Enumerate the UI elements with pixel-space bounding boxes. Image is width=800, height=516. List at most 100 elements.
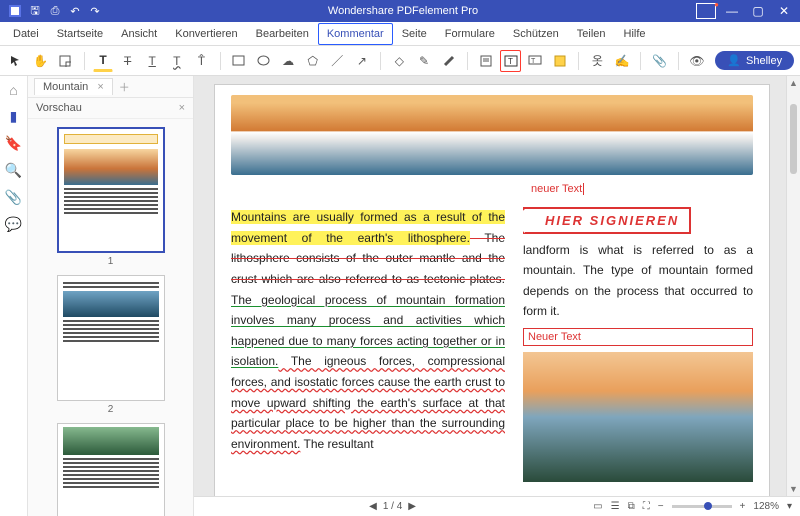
note-tool-icon[interactable] (476, 50, 497, 72)
close-button[interactable]: ✕ (772, 2, 796, 20)
thumbnails-icon[interactable]: ▮ (10, 108, 18, 125)
document-tab[interactable]: Mountain × (34, 78, 113, 95)
pencil-tool-icon[interactable]: ✎ (414, 50, 435, 72)
area-highlight-icon[interactable] (550, 50, 571, 72)
zoom-dropdown-icon[interactable]: ▾ (787, 501, 792, 512)
fullscreen-icon[interactable]: ⛶ (643, 501, 650, 512)
vertical-scrollbar[interactable]: ▲ ▼ (786, 76, 800, 496)
svg-text:T: T (508, 57, 513, 66)
scrollbar-thumb[interactable] (790, 104, 797, 174)
view-single-icon[interactable]: ▭ (593, 501, 602, 512)
print-icon[interactable]: ⎙ (48, 4, 62, 18)
tab-label: Mountain (43, 81, 88, 93)
rectangle-shape-icon[interactable] (229, 50, 250, 72)
eraser-tool-icon[interactable]: ◇ (389, 50, 410, 72)
zoom-in-icon[interactable]: + (740, 501, 746, 512)
svg-text:T: T (531, 58, 536, 65)
menu-formulare[interactable]: Formulare (436, 23, 504, 45)
arrow-shape-icon[interactable]: ↗ (352, 50, 373, 72)
document-tabs: Mountain × ＋ (28, 76, 193, 98)
zoom-slider[interactable] (672, 505, 732, 508)
scroll-down-icon[interactable]: ▼ (787, 484, 800, 494)
home-icon[interactable]: ⌂ (9, 82, 17, 98)
tab-close-icon[interactable]: × (97, 81, 103, 93)
pdf-page[interactable]: neuer Text Mountains are usually formed … (214, 84, 770, 496)
comment-toolbar: ✋ T T T T T̂ ☁ ⬠ ／ ↗ ◇ ✎ T T 옷 ✍ 📎 👁 👤 S… (0, 46, 800, 76)
title-bar: 🖫 ⎙ ↶ ↷ Wondershare PDFelement Pro — ▢ ✕ (0, 0, 800, 22)
search-icon[interactable]: 🔍 (5, 162, 22, 179)
left-rail: ⌂ ▮ 🔖 🔍 📎 💬 (0, 76, 28, 516)
menu-startseite[interactable]: Startseite (48, 23, 112, 45)
line-shape-icon[interactable]: ／ (327, 50, 348, 72)
hide-annotations-icon[interactable]: 👁 (687, 50, 708, 72)
panel-title: Vorschau (36, 102, 82, 114)
page-prev-icon[interactable]: ◀ (369, 501, 377, 512)
viewport[interactable]: neuer Text Mountains are usually formed … (194, 76, 800, 496)
callout-tool-icon[interactable]: T (525, 50, 546, 72)
underline-tool-icon[interactable]: T (142, 50, 163, 72)
hand-tool-icon[interactable]: ✋ (31, 50, 52, 72)
quick-access-toolbar: 🖫 ⎙ ↶ ↷ (0, 4, 110, 18)
attachment-tool-icon[interactable]: 📎 (649, 50, 670, 72)
view-facing-icon[interactable]: ⧉ (628, 501, 635, 512)
thumbnail-1[interactable]: 1 (57, 127, 165, 267)
body-text: The resultant (300, 437, 373, 451)
window-controls: — ▢ ✕ (720, 2, 800, 20)
textbox-annotation[interactable]: Neuer Text (523, 328, 753, 346)
new-tab-icon[interactable]: ＋ (119, 79, 130, 95)
work-area: ⌂ ▮ 🔖 🔍 📎 💬 Mountain × ＋ Vorschau × 1 2 (0, 76, 800, 516)
thumbnail-list[interactable]: 1 2 3 (28, 119, 193, 516)
signature-tool-icon[interactable]: ✍ (612, 50, 633, 72)
menu-bearbeiten[interactable]: Bearbeiten (247, 23, 318, 45)
menu-datei[interactable]: Datei (4, 23, 48, 45)
panel-close-icon[interactable]: × (179, 102, 185, 114)
stamp-annotation[interactable]: HIER SIGNIEREN (523, 207, 691, 234)
select-tool-icon[interactable] (6, 50, 27, 72)
menu-ansicht[interactable]: Ansicht (112, 23, 166, 45)
zoom-out-icon[interactable]: − (658, 501, 664, 512)
comments-panel-icon[interactable]: 💬 (5, 216, 22, 233)
mail-icon[interactable] (696, 3, 716, 19)
thumbnail-label: 1 (57, 256, 165, 267)
menu-bar: Datei Startseite Ansicht Konvertieren Be… (0, 22, 800, 46)
menu-teilen[interactable]: Teilen (568, 23, 615, 45)
squiggly-tool-icon[interactable]: T (166, 50, 187, 72)
highlight-tool-icon[interactable]: T (93, 50, 114, 72)
edit-tool-icon[interactable] (55, 50, 76, 72)
marker-tool-icon[interactable] (438, 50, 459, 72)
menu-kommentar[interactable]: Kommentar (318, 23, 393, 45)
redo-icon[interactable]: ↷ (88, 4, 102, 18)
document-canvas: neuer Text Mountains are usually formed … (194, 76, 800, 516)
menu-schuetzen[interactable]: Schützen (504, 23, 568, 45)
app-title: Wondershare PDFelement Pro (110, 5, 696, 17)
attachments-icon[interactable]: 📎 (5, 189, 22, 206)
maximize-button[interactable]: ▢ (746, 2, 770, 20)
page-indicator[interactable]: 1 / 4 (383, 501, 402, 512)
cloud-shape-icon[interactable]: ☁ (278, 50, 299, 72)
menu-hilfe[interactable]: Hilfe (615, 23, 655, 45)
view-continuous-icon[interactable]: ☰ (611, 501, 620, 512)
thumbnail-3[interactable]: 3 (57, 423, 165, 516)
menu-konvertieren[interactable]: Konvertieren (166, 23, 246, 45)
undo-icon[interactable]: ↶ (68, 4, 82, 18)
textbox-annotation[interactable]: neuer Text (531, 183, 584, 195)
oval-shape-icon[interactable] (253, 50, 274, 72)
highlight-annotation[interactable]: Mountains are usually formed as a result… (231, 210, 505, 245)
app-logo-icon[interactable] (8, 4, 22, 18)
save-icon[interactable]: 🖫 (28, 4, 42, 18)
bookmarks-icon[interactable]: 🔖 (5, 135, 22, 152)
stamp-tool-icon[interactable]: 옷 (587, 50, 608, 72)
page-hero-image (231, 95, 753, 175)
scroll-up-icon[interactable]: ▲ (787, 78, 800, 88)
thumbnail-2[interactable]: 2 (57, 275, 165, 415)
strikethrough-tool-icon[interactable]: T (117, 50, 138, 72)
menu-seite[interactable]: Seite (393, 23, 436, 45)
user-pill[interactable]: 👤 Shelley (715, 51, 794, 70)
status-bar: ◀ 1 / 4 ▶ ▭ ☰ ⧉ ⛶ − + 128% ▾ (194, 496, 800, 516)
zoom-value[interactable]: 128% (753, 501, 779, 512)
polygon-shape-icon[interactable]: ⬠ (302, 50, 323, 72)
page-next-icon[interactable]: ▶ (408, 501, 416, 512)
insert-text-tool-icon[interactable]: T̂ (191, 50, 212, 72)
minimize-button[interactable]: — (720, 2, 744, 20)
textbox-tool-icon[interactable]: T (500, 50, 521, 72)
